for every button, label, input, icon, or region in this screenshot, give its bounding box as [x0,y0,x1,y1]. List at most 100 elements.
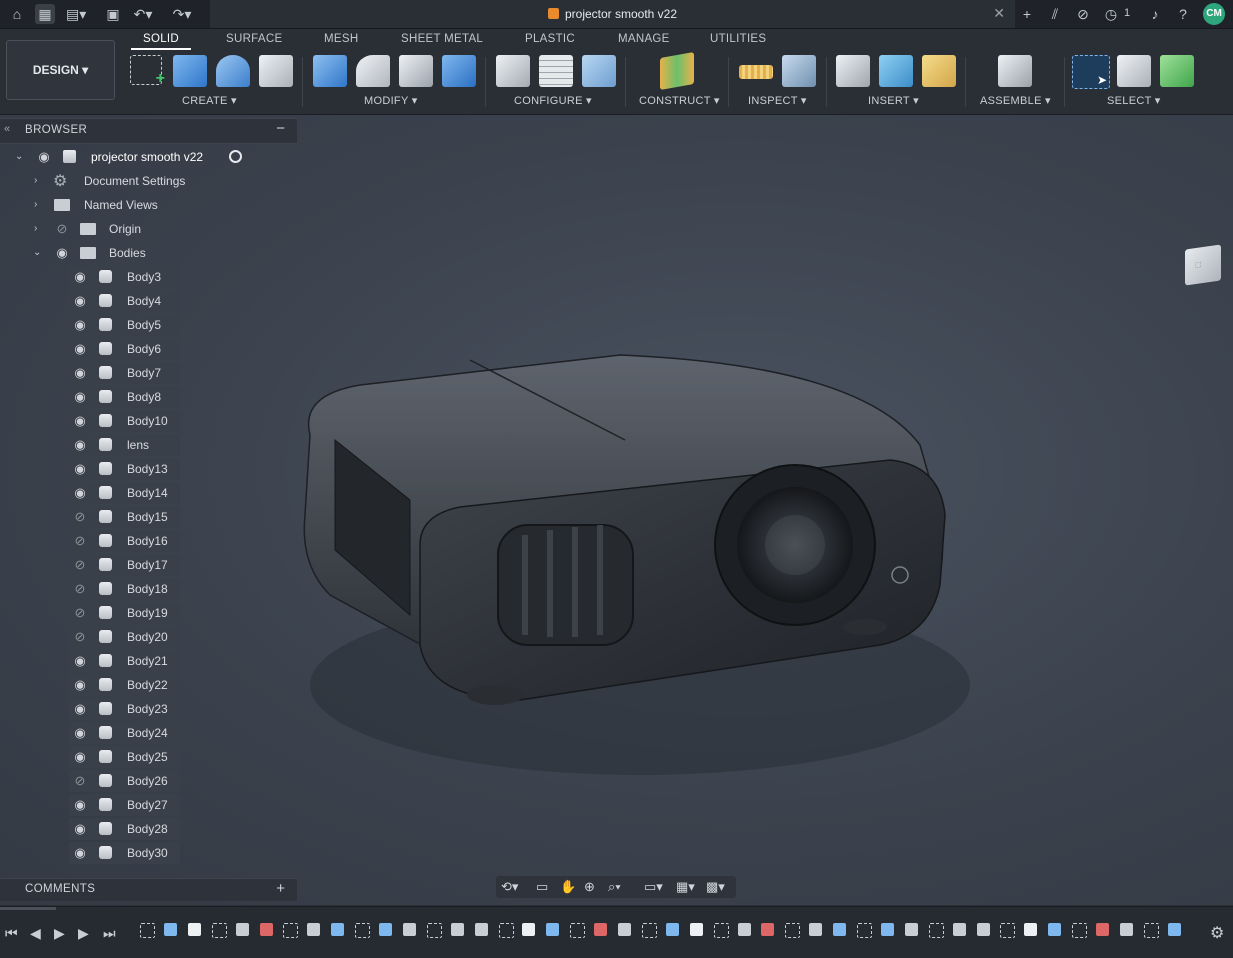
tree-item-body[interactable]: ⊘ Body18 [0,578,297,600]
tree-item-body[interactable]: ◉ Body27 [0,794,297,816]
eye-hidden-icon[interactable]: ⊘ [71,533,89,549]
insert-image-icon[interactable] [879,55,913,87]
eye-icon[interactable]: ◉ [71,749,89,765]
timeline-feature[interactable] [738,923,751,936]
new-component-icon[interactable] [998,55,1032,87]
timeline-feature[interactable] [666,923,679,936]
shell-icon[interactable] [399,55,433,87]
eye-hidden-icon[interactable]: ⊘ [71,509,89,525]
chevron-right-icon[interactable]: › [34,223,44,234]
timeline-feature[interactable] [1096,923,1109,936]
fit-icon[interactable]: ⌕▾ [608,879,621,895]
eye-icon[interactable]: ◉ [71,293,89,309]
tree-item-body[interactable]: ◉ Body28 [0,818,297,840]
eye-icon[interactable]: ◉ [71,821,89,837]
extrude-icon[interactable] [173,55,207,87]
tab-plastic[interactable]: PLASTIC [525,33,575,45]
eye-icon[interactable]: ◉ [71,341,89,357]
eye-icon[interactable]: ◉ [71,389,89,405]
eye-hidden-icon[interactable]: ⊘ [53,221,71,237]
view-cube[interactable]: ⬚ [1185,244,1221,286]
eye-icon[interactable]: ◉ [71,365,89,381]
tree-item-body[interactable]: ◉ Body14 [0,482,297,504]
timeline-feature[interactable] [642,923,657,938]
eye-hidden-icon[interactable]: ⊘ [71,605,89,621]
collapse-panel-icon[interactable]: « [4,123,10,135]
eye-icon[interactable]: ◉ [71,269,89,285]
insert-derive-icon[interactable] [836,55,870,87]
group-assemble[interactable]: ASSEMBLE ▾ [980,94,1051,107]
hole-icon[interactable] [259,55,293,87]
undo-icon[interactable]: ↶▾ [133,4,153,24]
tree-item-body[interactable]: ◉ Body22 [0,674,297,696]
timeline-feature[interactable] [379,923,392,936]
timeline-feature[interactable] [1024,923,1037,936]
timeline-feature[interactable] [761,923,774,936]
parameters-icon[interactable] [496,55,530,87]
tree-item-body[interactable]: ◉ Body5 [0,314,297,336]
eye-icon[interactable]: ◉ [71,413,89,429]
timeline-feature[interactable] [283,923,298,938]
tab-manage[interactable]: MANAGE [618,33,670,45]
zoom-icon[interactable]: ⊕ [584,879,595,895]
timeline-feature[interactable] [1000,923,1015,938]
timeline-feature[interactable] [594,923,607,936]
browser-header[interactable]: « BROWSER − [0,118,297,144]
tab-sheet-metal[interactable]: SHEET METAL [401,33,483,45]
add-comment-icon[interactable]: + [276,880,285,897]
tree-root[interactable]: ⌄ ◉ projector smooth v22 [0,146,297,168]
group-create[interactable]: CREATE ▾ [182,94,237,107]
data-panel-icon[interactable]: ⫽ [1045,4,1065,24]
timeline-feature[interactable] [1072,923,1087,938]
revolve-icon[interactable] [216,55,250,87]
tree-item-body[interactable]: ◉ Body24 [0,722,297,744]
insert-mesh-icon[interactable] [922,55,956,87]
chevron-down-icon[interactable]: ⌄ [33,247,43,258]
timeline-feature[interactable] [307,923,320,936]
timeline-feature[interactable] [427,923,442,938]
step-forward-icon[interactable]: ▶ [78,925,89,942]
timeline-feature[interactable] [833,923,846,936]
timeline-feature[interactable] [499,923,514,938]
eye-icon[interactable]: ◉ [71,701,89,717]
eye-icon[interactable]: ◉ [71,461,89,477]
table-icon[interactable] [539,55,573,87]
timeline-feature[interactable] [690,923,703,936]
timeline-feature[interactable] [331,923,344,936]
combine-icon[interactable] [442,55,476,87]
tree-item-body[interactable]: ◉ lens [0,434,297,456]
select-through-icon[interactable] [1160,55,1194,87]
eye-hidden-icon[interactable]: ⊘ [71,557,89,573]
eye-icon[interactable]: ◉ [71,437,89,453]
tab-solid[interactable]: SOLID [130,33,192,50]
group-inspect[interactable]: INSPECT ▾ [748,94,807,107]
timeline-feature[interactable] [1120,923,1133,936]
play-icon[interactable]: ▶ [54,925,65,942]
timeline-feature[interactable] [1048,923,1061,936]
timeline-feature[interactable] [1144,923,1159,938]
tree-item-body[interactable]: ⊘ Body15 [0,506,297,528]
document-tab[interactable]: projector smooth v22 ✕ [210,0,1015,28]
measure-icon[interactable] [739,65,773,79]
timeline-feature[interactable] [881,923,894,936]
select-priority-icon[interactable] [1117,55,1151,87]
offset-plane-icon[interactable] [660,52,694,90]
help-icon[interactable]: ? [1173,4,1193,24]
pan-icon[interactable]: ✋ [560,879,576,895]
fillet-icon[interactable] [356,55,390,87]
eye-icon[interactable]: ◉ [71,845,89,861]
avatar[interactable]: CM [1203,3,1225,25]
eye-icon[interactable]: ◉ [71,653,89,669]
timeline-feature[interactable] [164,923,177,936]
extensions-icon[interactable]: ⊘ [1073,4,1093,24]
minimize-icon[interactable]: − [276,120,285,137]
tab-surface[interactable]: SURFACE [226,33,282,45]
configure-icon[interactable] [582,55,616,87]
window-select-icon[interactable]: ➤ [1072,55,1110,89]
timeline-feature[interactable] [355,923,370,938]
save-icon[interactable]: ▣ [103,4,123,24]
eye-hidden-icon[interactable]: ⊘ [71,581,89,597]
eye-icon[interactable]: ◉ [71,725,89,741]
timeline-feature[interactable] [546,923,559,936]
tree-item-body[interactable]: ◉ Body8 [0,386,297,408]
